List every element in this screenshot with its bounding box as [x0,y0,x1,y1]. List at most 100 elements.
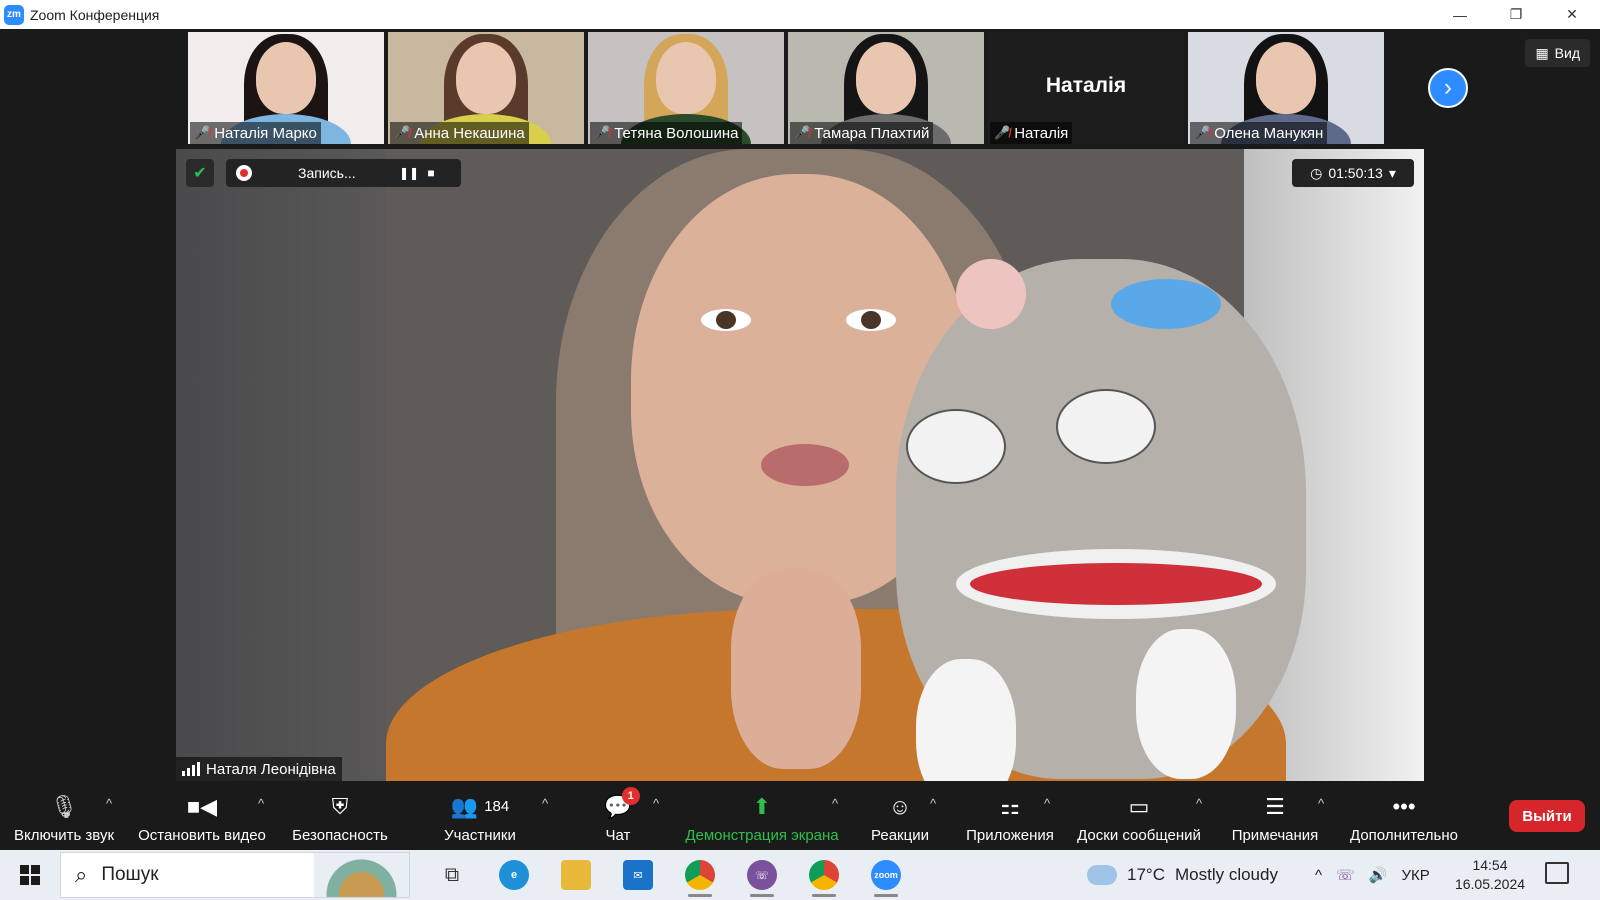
whiteboards-button[interactable]: ▭ Доски сообщений [1072,784,1206,850]
encryption-shield-icon[interactable]: ✔ [186,159,214,187]
weather-widget[interactable]: 17°C Mostly cloudy [1087,850,1278,900]
whiteboards-label: Доски сообщений [1077,826,1201,844]
zoom-logo-icon: zm [4,4,24,25]
chevron-up-icon[interactable]: ^ [542,796,548,811]
search-placeholder: Пошук [101,864,159,885]
security-label: Безопасность [292,826,388,844]
close-button[interactable]: ✕ [1544,0,1600,29]
stop-video-button[interactable]: ■◀ Остановить видео [135,784,269,850]
viber-app[interactable]: ☏ [740,853,784,897]
chevron-down-icon: ▾ [1388,164,1396,181]
viber-icon: ☏ [747,860,777,890]
participant-display-name: Наталія [1045,74,1127,97]
apps-label: Приложения [966,826,1054,844]
edge-icon: e [499,860,529,890]
speaker-hand [731,569,861,769]
participant-tile[interactable]: 🎤̸ Анна Некашина [388,32,584,144]
share-screen-button[interactable]: ⬆ Демонстрация экрана [682,784,842,850]
language-indicator[interactable]: УКР [1402,867,1430,884]
grid-icon: ▦ [1535,44,1549,61]
explorer-app[interactable] [554,853,598,897]
unmute-button[interactable]: 🎙 Включить звук [10,784,118,850]
plush-toy-eye [1056,389,1156,464]
more-button[interactable]: ••• Дополнительно [1346,784,1462,850]
reactions-button[interactable]: ☺ Реакции [866,784,934,850]
chevron-right-icon: › [1444,74,1452,101]
meeting-timer[interactable]: ◷ 01:50:13 ▾ [1292,159,1414,187]
plush-toy-paw [916,659,1016,781]
view-button[interactable]: ▦ Вид [1525,39,1590,67]
task-view-icon: ⧉ [444,863,460,886]
plush-toy-eye [906,409,1006,484]
notifications-icon[interactable] [1545,862,1569,884]
window-titlebar: zm Zoom Конференция — ❐ ✕ [0,0,1600,29]
minimize-button[interactable]: — [1432,0,1488,29]
mic-muted-icon: 🎤̸ [994,125,1011,140]
pause-recording-icon[interactable]: ❚❚ [398,166,420,180]
stop-recording-icon[interactable]: ■ [420,166,442,180]
chevron-up-icon[interactable]: ^ [1196,796,1202,811]
security-button[interactable]: ⛨ Безопасность [290,784,390,850]
chevron-up-icon[interactable]: ^ [258,796,264,811]
zoom-icon: zoom [871,860,901,890]
speaker-eye [846,309,896,331]
active-speaker-video: ✔ Запись... ❚❚ ■ ◷ 01:50:13 ▾ Наталя Лео… [176,149,1424,781]
mic-muted-icon: 🎤̸ [194,125,211,140]
chevron-up-icon[interactable]: ^ [1044,796,1050,811]
meeting-toolbar: 🎙 Включить звук ^ ■◀ Остановить видео ^ … [0,784,1600,850]
chat-badge: 1 [621,786,640,805]
chevron-up-icon[interactable]: ^ [1315,867,1322,884]
chevron-up-icon[interactable]: ^ [106,796,112,811]
apps-icon: ⚏ [1000,793,1020,819]
chevron-up-icon[interactable]: ^ [1318,796,1324,811]
chevron-up-icon[interactable]: ^ [832,796,838,811]
apps-button[interactable]: ⚏ Приложения [958,784,1062,850]
chevron-up-icon[interactable]: ^ [930,796,936,811]
restore-button[interactable]: ❐ [1488,0,1544,29]
notes-icon: ☰ [1265,793,1285,819]
system-tray: ^ ☏ 🔊 УКР [1315,850,1430,900]
participant-tile[interactable]: 🎤̸ Тамара Плахтий [788,32,984,144]
participant-tile[interactable]: Наталія 🎤̸ Наталія [988,32,1184,144]
participant-tile[interactable]: 🎤̸ Олена Манукян [1188,32,1384,144]
stop-video-label: Остановить видео [138,826,266,844]
mic-muted-icon: 🎙 [50,793,78,819]
zoom-app[interactable]: zoom [864,853,908,897]
mail-app[interactable]: ✉ [616,853,660,897]
speaker-eye [701,309,751,331]
mic-muted-icon: 🎤̸ [1194,125,1211,140]
start-button[interactable] [0,850,60,900]
window-title: Zoom Конференция [30,6,160,23]
participant-name-tag: 🎤̸ Тетяна Волошина [590,122,743,144]
participants-button[interactable]: 👥 184 Участники [440,784,520,850]
clock-time: 14:54 [1472,857,1508,873]
participants-label: Участники [444,826,516,844]
taskbar-clock[interactable]: 14:54 16.05.2024 [1450,850,1530,900]
share-screen-icon: ⬆ [752,793,772,819]
notes-label: Примечания [1231,826,1319,844]
video-background [176,149,386,781]
leave-button[interactable]: Выйти [1509,800,1585,832]
more-icon: ••• [1392,793,1416,819]
chrome-app[interactable] [802,853,846,897]
more-label: Дополнительно [1350,826,1458,844]
chevron-up-icon[interactable]: ^ [653,796,659,811]
next-page-button[interactable]: › [1428,68,1468,108]
mail-icon: ✉ [623,860,653,890]
taskbar-search[interactable]: ⌕ Пошук [60,852,410,898]
participant-name: Анна Некашина [414,124,525,142]
folder-icon [561,860,591,890]
notes-button[interactable]: ☰ Примечания [1226,784,1324,850]
edge-app[interactable]: e [492,853,536,897]
participant-tile[interactable]: 🎤̸ Наталія Марко [188,32,384,144]
chrome-app[interactable] [678,853,722,897]
taskbar-apps: ⧉ e ✉ ☏ zoom [430,853,908,897]
chat-button[interactable]: 💬 1 Чат [596,784,640,850]
participant-tile[interactable]: 🎤̸ Тетяна Волошина [588,32,784,144]
clock-icon: ◷ [1310,164,1323,181]
task-view-button[interactable]: ⧉ [430,853,474,897]
reactions-label: Реакции [871,826,929,844]
volume-icon[interactable]: 🔊 [1369,866,1388,884]
viber-tray-icon[interactable]: ☏ [1336,866,1355,884]
weather-desc: Mostly cloudy [1174,865,1278,884]
